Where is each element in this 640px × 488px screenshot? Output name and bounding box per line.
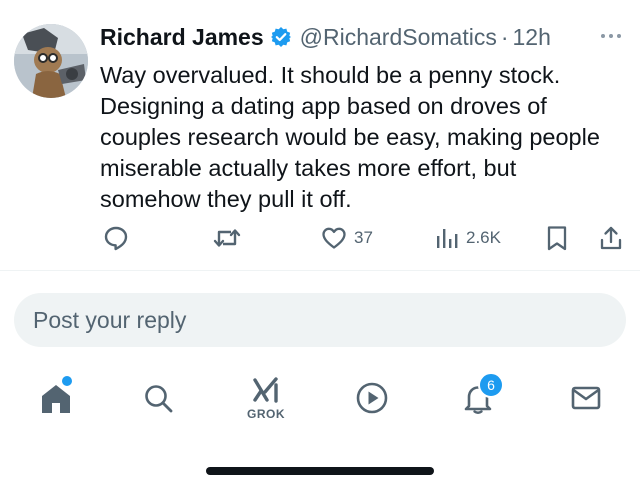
- tab-messages[interactable]: [554, 370, 618, 426]
- search-icon: [145, 385, 173, 413]
- tweet-time[interactable]: 12h: [513, 24, 551, 51]
- heart-icon: [322, 227, 346, 249]
- views-button[interactable]: 2.6K: [434, 220, 501, 256]
- grok-label: GROK: [247, 406, 285, 421]
- verified-badge-icon: [270, 26, 292, 48]
- tweet-header: Richard James @RichardSomatics · 12h: [100, 22, 551, 52]
- avatar[interactable]: [14, 24, 88, 98]
- reply-input[interactable]: [33, 306, 593, 334]
- author-name[interactable]: Richard James: [100, 24, 264, 51]
- reply-box[interactable]: [14, 293, 626, 347]
- view-count: 2.6K: [466, 228, 501, 247]
- home-indicator[interactable]: [206, 467, 434, 475]
- share-icon: [600, 226, 622, 250]
- time-separator: ·: [500, 23, 509, 50]
- tweet-text-line: miserable actually takes more effort, bu…: [100, 155, 517, 181]
- like-count: 37: [354, 228, 373, 247]
- notification-count-badge: 6: [478, 372, 504, 398]
- views-chart-icon: [437, 229, 458, 248]
- tab-home[interactable]: [24, 370, 88, 426]
- like-button[interactable]: 37: [320, 220, 373, 256]
- reply-icon: [104, 226, 128, 251]
- tab-video[interactable]: [340, 370, 404, 426]
- grok-icon: [253, 376, 278, 403]
- tab-notifications[interactable]: 6: [446, 370, 510, 426]
- bookmark-button[interactable]: [544, 220, 570, 256]
- bottom-tab-bar: GROK 6: [0, 370, 640, 430]
- tweet-text-line: couples research would be easy, making p…: [100, 124, 600, 150]
- repost-button[interactable]: [212, 220, 242, 256]
- tweet-actions: 37 2.6K: [0, 220, 640, 256]
- bookmark-icon: [547, 226, 567, 251]
- tweet-text-line: somehow they pull it off.: [100, 186, 352, 212]
- tweet[interactable]: Richard James @RichardSomatics · 12h Way…: [0, 0, 640, 270]
- reply-button[interactable]: [102, 220, 130, 256]
- author-handle[interactable]: @RichardSomatics: [300, 24, 497, 51]
- tweet-text-line: Way overvalued. It should be a penny sto…: [100, 62, 561, 88]
- tab-search[interactable]: [126, 370, 190, 426]
- more-options-icon[interactable]: [596, 26, 626, 46]
- tab-grok[interactable]: GROK: [234, 370, 298, 426]
- play-icon: [356, 382, 388, 414]
- tweet-text: Way overvalued. It should be a penny sto…: [100, 60, 630, 215]
- repost-icon: [213, 229, 241, 247]
- divider: [0, 270, 640, 271]
- share-button[interactable]: [598, 220, 624, 256]
- mail-icon: [571, 386, 601, 410]
- tweet-text-line: Designing a dating app based on droves o…: [100, 93, 547, 119]
- home-unread-dot: [60, 374, 74, 388]
